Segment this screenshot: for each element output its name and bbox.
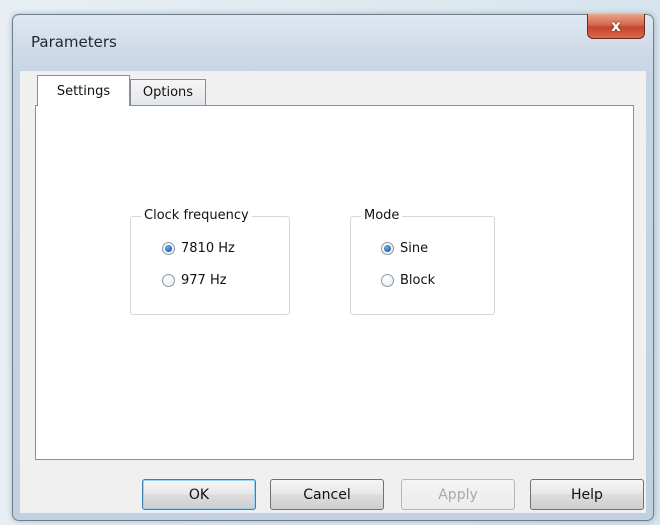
radio-977hz-label: 977 Hz — [181, 273, 227, 288]
help-button[interactable]: Help — [530, 479, 644, 510]
radio-sine-label: Sine — [400, 241, 429, 256]
radio-block[interactable]: Block — [381, 273, 435, 288]
parameters-dialog: Parameters x Settings Options Clock freq… — [12, 14, 654, 521]
radio-7810hz-label: 7810 Hz — [181, 241, 235, 256]
tab-settings[interactable]: Settings — [37, 75, 130, 106]
dialog-client-area: Settings Options Clock frequency 7810 Hz… — [20, 71, 646, 513]
radio-unselected-icon[interactable] — [162, 274, 175, 287]
settings-tab-panel: Clock frequency 7810 Hz 977 Hz Mode Sine — [35, 105, 634, 460]
radio-7810hz[interactable]: 7810 Hz — [162, 241, 235, 256]
window-title: Parameters — [31, 33, 117, 51]
cancel-button[interactable]: Cancel — [270, 479, 384, 510]
tab-options[interactable]: Options — [130, 79, 206, 105]
mode-label: Mode — [361, 206, 403, 226]
radio-unselected-icon[interactable] — [381, 274, 394, 287]
mode-group: Mode Sine Block — [350, 206, 495, 315]
apply-button[interactable]: Apply — [401, 479, 515, 510]
clock-frequency-label: Clock frequency — [141, 206, 252, 226]
radio-selected-icon[interactable] — [162, 242, 175, 255]
radio-977hz[interactable]: 977 Hz — [162, 273, 227, 288]
ok-button[interactable]: OK — [142, 479, 256, 510]
close-icon: x — [611, 17, 621, 35]
radio-selected-icon[interactable] — [381, 242, 394, 255]
clock-frequency-group: Clock frequency 7810 Hz 977 Hz — [130, 206, 290, 315]
close-button[interactable]: x — [587, 14, 645, 39]
radio-sine[interactable]: Sine — [381, 241, 428, 256]
radio-block-label: Block — [400, 273, 436, 288]
